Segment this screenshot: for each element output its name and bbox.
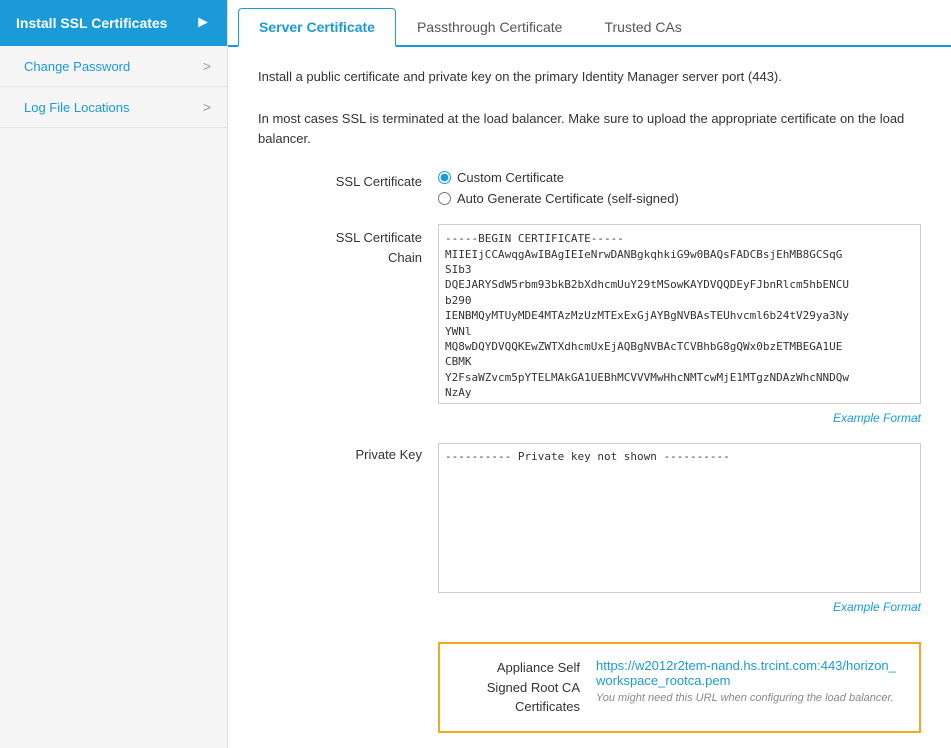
radio-auto-input[interactable] [438, 192, 451, 205]
tab-passthrough-certificate[interactable]: Passthrough Certificate [396, 8, 584, 47]
appliance-content-inner: https://w2012r2tem-nand.hs.trcint.com:44… [596, 658, 903, 704]
appliance-hint: You might need this URL when configuring… [596, 692, 903, 704]
radio-custom-input[interactable] [438, 171, 451, 184]
radio-group: Custom Certificate Auto Generate Certifi… [438, 170, 921, 206]
sidebar-item-log-file-label: Log File Locations [24, 100, 130, 115]
ssl-certificate-options: Custom Certificate Auto Generate Certifi… [438, 170, 921, 206]
description-line2: In most cases SSL is terminated at the l… [258, 109, 921, 151]
appliance-row: Appliance SelfSigned Root CACertificates… [258, 632, 921, 733]
private-key-control: ---------- Private key not shown -------… [438, 443, 921, 614]
ssl-certificate-row: SSL Certificate Custom Certificate Auto … [258, 170, 921, 206]
tab-server-certificate[interactable]: Server Certificate [238, 8, 396, 47]
appliance-label: Appliance SelfSigned Root CACertificates [456, 658, 596, 717]
tab-bar: Server Certificate Passthrough Certifica… [228, 0, 951, 47]
private-key-row: Private Key ---------- Private key not s… [258, 443, 921, 614]
chevron-right-icon-2: > [203, 58, 211, 74]
sidebar-item-log-file[interactable]: Log File Locations > [0, 87, 227, 128]
description-block: Install a public certificate and private… [258, 67, 921, 150]
ssl-chain-textarea[interactable]: -----BEGIN CERTIFICATE----- MIIEIjCCAwqg… [438, 224, 921, 404]
sidebar: Install SSL Certificates ► Change Passwo… [0, 0, 228, 748]
description-line1: Install a public certificate and private… [258, 67, 921, 88]
appliance-url-link[interactable]: https://w2012r2tem-nand.hs.trcint.com:44… [596, 658, 896, 688]
chevron-right-icon-3: > [203, 99, 211, 115]
sidebar-item-change-password-label: Change Password [24, 59, 130, 74]
radio-auto-label: Auto Generate Certificate (self-signed) [457, 191, 679, 206]
ssl-chain-label: SSL Certificate Chain [258, 224, 438, 267]
ssl-chain-row: SSL Certificate Chain -----BEGIN CERTIFI… [258, 224, 921, 425]
content-area: Install a public certificate and private… [228, 47, 951, 748]
appliance-box: Appliance SelfSigned Root CACertificates… [438, 642, 921, 733]
radio-custom-label: Custom Certificate [457, 170, 564, 185]
ssl-certificate-label: SSL Certificate [258, 170, 438, 189]
private-key-textarea[interactable]: ---------- Private key not shown -------… [438, 443, 921, 593]
private-key-label: Private Key [258, 443, 438, 462]
example-format-link-2[interactable]: Example Format [438, 600, 921, 614]
radio-auto-certificate[interactable]: Auto Generate Certificate (self-signed) [438, 191, 921, 206]
appliance-content-outer: Appliance SelfSigned Root CACertificates… [438, 632, 921, 733]
chevron-right-icon: ► [195, 14, 211, 32]
main-content: Server Certificate Passthrough Certifica… [228, 0, 951, 748]
ssl-chain-control: -----BEGIN CERTIFICATE----- MIIEIjCCAwqg… [438, 224, 921, 425]
example-format-link-1[interactable]: Example Format [438, 411, 921, 425]
sidebar-item-install-ssl[interactable]: Install SSL Certificates ► [0, 0, 227, 46]
radio-custom-certificate[interactable]: Custom Certificate [438, 170, 921, 185]
appliance-spacer [258, 632, 438, 636]
tab-trusted-cas[interactable]: Trusted CAs [583, 8, 702, 47]
sidebar-item-install-ssl-label: Install SSL Certificates [16, 15, 167, 31]
sidebar-item-change-password[interactable]: Change Password > [0, 46, 227, 87]
